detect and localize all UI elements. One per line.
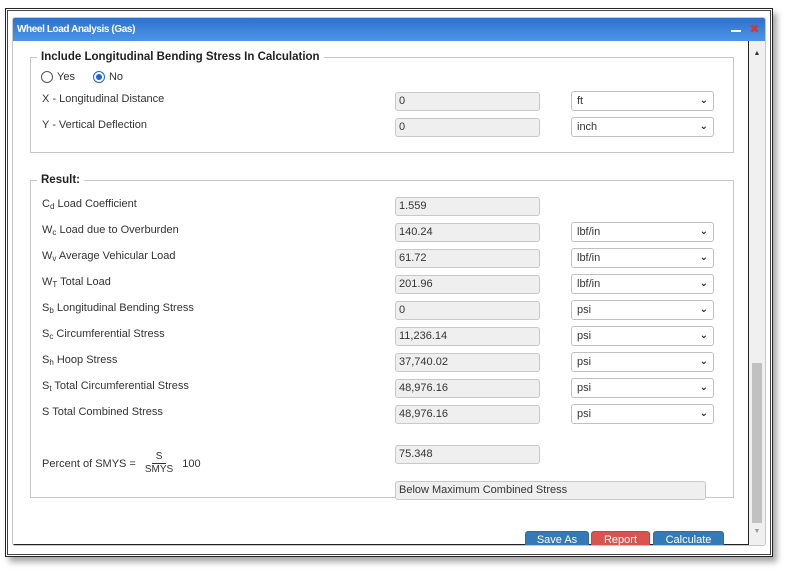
dialog-content: Include Longitudinal Bending Stress In C… xyxy=(13,41,749,545)
smys-denominator: SMYS xyxy=(144,464,174,475)
stress-status-field: Below Maximum Combined Stress xyxy=(395,481,706,500)
result-legend: Result: xyxy=(41,174,80,186)
dialog-title: Wheel Load Analysis (Gas) xyxy=(17,24,135,35)
result-value-field: 11,236.14 xyxy=(395,327,540,346)
unit-select[interactable]: lbf/in ⌄ xyxy=(571,274,714,294)
result-row-label: Sb Longitudinal Bending Stress xyxy=(42,302,194,315)
label-text: Total Circumferential Stress xyxy=(51,380,189,392)
title-bar: Wheel Load Analysis (Gas) ✖ xyxy=(13,18,765,41)
result-row-label: Wv Average Vehicular Load xyxy=(42,250,175,263)
chevron-down-icon: ⌄ xyxy=(699,304,708,315)
symbol: W xyxy=(42,276,53,288)
result-row-label: Sc Circumferential Stress xyxy=(42,328,165,341)
close-icon[interactable]: ✖ xyxy=(749,18,759,41)
unit-select[interactable]: psi ⌄ xyxy=(571,352,714,372)
label-text: Average Vehicular Load xyxy=(56,250,176,262)
chevron-down-icon: ⌄ xyxy=(699,121,708,132)
longitudinal-distance-label: X - Longitudinal Distance xyxy=(42,93,165,105)
chevron-down-icon: ⌄ xyxy=(699,356,708,367)
unit-value: psi xyxy=(577,330,592,342)
result-value-field: 48,976.16 xyxy=(395,379,540,398)
label-text: Load Coefficient xyxy=(54,198,137,210)
percent-smys-formula: Percent of SMYS = S SMYS 100 xyxy=(42,451,201,476)
minimize-icon[interactable] xyxy=(731,29,742,32)
smys-fraction: S SMYS xyxy=(141,451,177,476)
result-value-field: 0 xyxy=(395,301,540,320)
result-row-label: Wc Load due to Overburden xyxy=(42,224,179,237)
radio-no-label: No xyxy=(108,71,124,83)
result-value-field: 140.24 xyxy=(395,223,540,242)
radio-yes[interactable] xyxy=(41,71,53,83)
smys-numerator: S xyxy=(151,451,167,464)
report-button[interactable]: Report xyxy=(591,531,650,545)
result-value-field: 48,976.16 xyxy=(395,405,540,424)
radio-no[interactable] xyxy=(92,71,105,83)
unit-value: psi xyxy=(577,408,592,420)
chevron-down-icon: ⌄ xyxy=(699,382,708,393)
label-text: Load due to Overburden xyxy=(56,224,179,236)
chevron-down-icon: ⌄ xyxy=(699,226,708,237)
symbol: W xyxy=(42,224,53,236)
result-value-field: 61.72 xyxy=(395,249,540,268)
result-row-label: St Total Circumferential Stress xyxy=(42,380,189,393)
unit-select[interactable]: psi ⌄ xyxy=(571,300,714,320)
percent-smys-value: 75.348 xyxy=(395,445,540,464)
symbol: W xyxy=(42,250,53,262)
symbol: C xyxy=(42,198,50,210)
chevron-down-icon: ⌄ xyxy=(699,278,708,289)
vertical-deflection-unit-select[interactable]: inch ⌄ xyxy=(571,117,714,137)
unit-value: lbf/in xyxy=(577,278,601,290)
bending-radio-group: Yes No xyxy=(41,71,123,83)
chevron-down-icon: ⌄ xyxy=(699,330,708,341)
result-row-label: WT Total Load xyxy=(42,276,111,289)
scroll-up-icon[interactable]: ▲ xyxy=(749,47,765,61)
longitudinal-distance-unit-select[interactable]: ft ⌄ xyxy=(571,91,714,111)
longitudinal-distance-unit-value: ft xyxy=(577,95,584,107)
label-text: Circumferential Stress xyxy=(53,328,165,340)
calculate-button[interactable]: Calculate xyxy=(653,531,724,545)
chevron-down-icon: ⌄ xyxy=(699,95,708,106)
bending-stress-legend: Include Longitudinal Bending Stress In C… xyxy=(41,51,320,63)
unit-select[interactable]: psi ⌄ xyxy=(571,378,714,398)
result-value-field: 1.559 xyxy=(395,197,540,216)
unit-value: psi xyxy=(577,382,592,394)
unit-value: lbf/in xyxy=(577,226,601,238)
unit-value: psi xyxy=(577,356,592,368)
unit-select[interactable]: lbf/in ⌄ xyxy=(571,222,714,242)
vertical-deflection-label: Y - Vertical Deflection xyxy=(42,119,147,131)
vertical-deflection-unit-value: inch xyxy=(577,121,598,133)
label-text: Longitudinal Bending Stress xyxy=(53,302,194,314)
chevron-down-icon: ⌄ xyxy=(699,252,708,263)
unit-select[interactable]: psi ⌄ xyxy=(571,404,714,424)
vertical-deflection-input[interactable]: 0 xyxy=(395,118,540,137)
longitudinal-distance-input[interactable]: 0 xyxy=(395,92,540,111)
unit-select[interactable]: lbf/in ⌄ xyxy=(571,248,714,268)
result-row-label: S Total Combined Stress xyxy=(42,406,163,418)
unit-value: lbf/in xyxy=(577,252,601,264)
label-text: Hoop Stress xyxy=(53,354,118,366)
smys-multiplier: 100 xyxy=(182,457,201,470)
result-row-label: Sh Hoop Stress xyxy=(42,354,117,367)
unit-value: psi xyxy=(577,304,592,316)
scroll-down-icon[interactable]: ▼ xyxy=(749,525,765,539)
result-row-label: Cd Load Coefficient xyxy=(42,198,137,211)
unit-select[interactable]: psi ⌄ xyxy=(571,326,714,346)
result-value-field: 37,740.02 xyxy=(395,353,540,372)
scrollbar-thumb[interactable] xyxy=(752,363,762,523)
save-as-button[interactable]: Save As xyxy=(525,531,589,545)
wheel-load-dialog: Wheel Load Analysis (Gas) ✖ Include Long… xyxy=(12,17,766,546)
radio-yes-label: Yes xyxy=(57,71,75,83)
chevron-down-icon: ⌄ xyxy=(699,408,708,419)
label-text: Total Combined Stress xyxy=(49,406,163,418)
vertical-scrollbar[interactable]: ▲ ▼ xyxy=(749,41,765,545)
label-text: Total Load xyxy=(57,276,111,288)
smys-prefix: Percent of SMYS = xyxy=(42,457,136,470)
result-value-field: 201.96 xyxy=(395,275,540,294)
